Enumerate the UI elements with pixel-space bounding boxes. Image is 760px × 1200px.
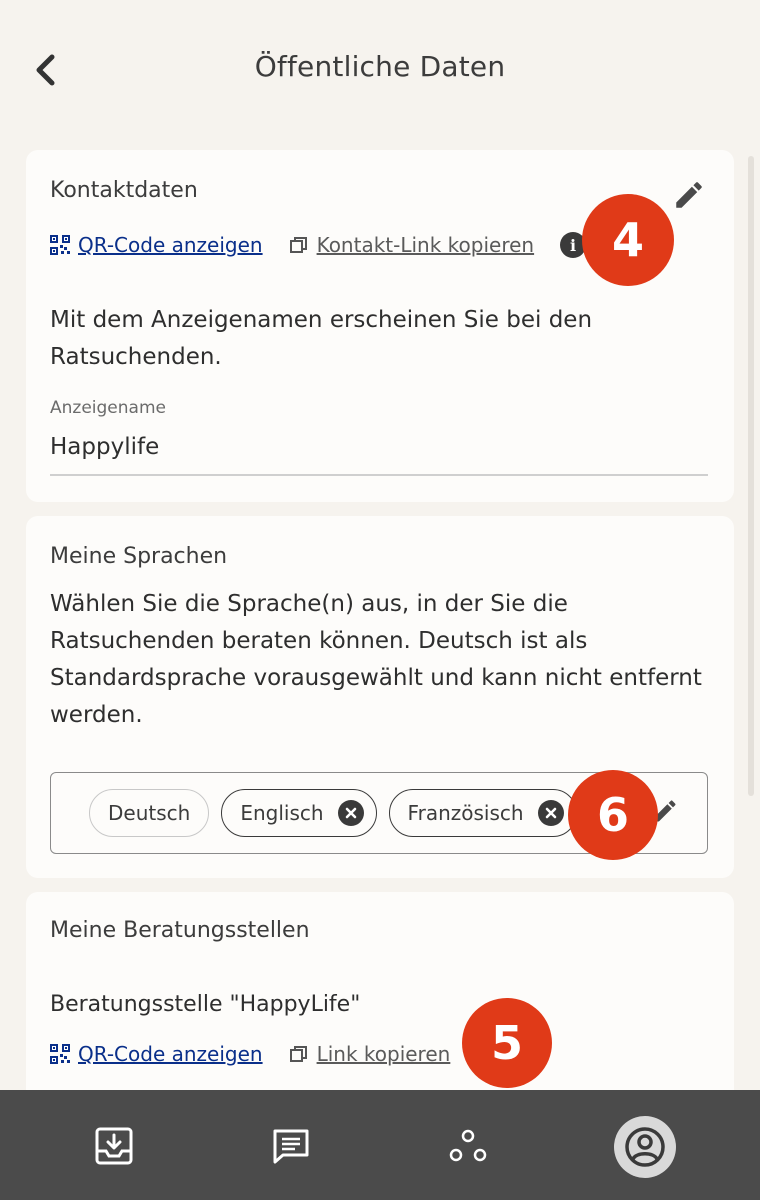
contact-description: Mit dem Anzeigenamen erscheinen Sie bei … [50,307,593,370]
agency-name: Beratungsstelle "HappyLife" [50,992,361,1017]
copy-agency-label: Link kopieren [316,1042,451,1066]
scrollbar[interactable] [748,156,754,796]
nav-inbox[interactable] [84,1116,144,1176]
field-underline [50,474,708,476]
edit-contact-button[interactable] [672,178,706,216]
step-badge: 6 [568,770,658,860]
qr-code-icon [50,235,70,255]
close-icon [545,807,556,819]
group-icon [449,1129,487,1162]
agencies-card: Meine Beratungsstellen Beratungsstelle "… [26,892,734,1112]
agency-links: QR-Code anzeigen Link kopieren [50,1042,450,1066]
language-chip: Deutsch [89,789,210,837]
qr-code-label: QR-Code anzeigen [78,233,263,257]
header: Öffentliche Daten [0,0,760,140]
copy-contact-label: Kontakt-Link kopieren [316,233,535,257]
pencil-icon [676,182,702,208]
remove-chip-button[interactable] [537,800,564,826]
qr-code-link[interactable]: QR-Code anzeigen [50,233,263,257]
copy-contact-link[interactable]: Kontakt-Link kopieren [289,233,535,257]
language-chip-label: Englisch [240,801,324,825]
close-icon [345,807,356,819]
nav-profile[interactable] [614,1116,676,1178]
language-chip-label: Französisch [407,801,524,825]
nav-group[interactable] [438,1116,498,1176]
display-name-field[interactable]: Happylife [50,434,159,460]
languages-card: Meine Sprachen Wählen Sie die Sprache(n)… [26,516,734,878]
qr-code-icon [50,1044,70,1064]
step-badge: 5 [462,998,552,1088]
language-chip: Englisch [221,789,377,837]
display-name-label: Anzeigename [50,398,166,418]
language-chip-label: Deutsch [108,801,191,825]
languages-heading: Meine Sprachen [50,544,228,569]
step-badge: 4 [582,194,674,286]
nav-messages[interactable] [261,1116,321,1176]
remove-chip-button[interactable] [337,800,364,826]
agency-qr-code-link[interactable]: QR-Code anzeigen [50,1042,263,1066]
copy-icon [289,237,307,253]
language-chip: Französisch [388,789,577,837]
agency-qr-code-label: QR-Code anzeigen [78,1042,263,1066]
language-chips: Deutsch Englisch Französisch [89,789,577,837]
copy-agency-link[interactable]: Link kopieren [289,1042,451,1066]
inbox-icon [95,1127,133,1165]
profile-icon [625,1127,665,1167]
languages-description: Wählen Sie die Sprache(n) aus, in der Si… [50,591,702,728]
contact-card: Kontaktdaten QR-Code anzeigen Kontakt-Li… [26,150,734,502]
contact-links: QR-Code anzeigen Kontakt-Link kopieren i [50,232,587,258]
agencies-heading: Meine Beratungsstellen [50,918,310,943]
page-title: Öffentliche Daten [254,50,506,83]
copy-icon [289,1046,307,1062]
contact-heading: Kontaktdaten [50,178,198,203]
messages-icon [273,1129,309,1164]
